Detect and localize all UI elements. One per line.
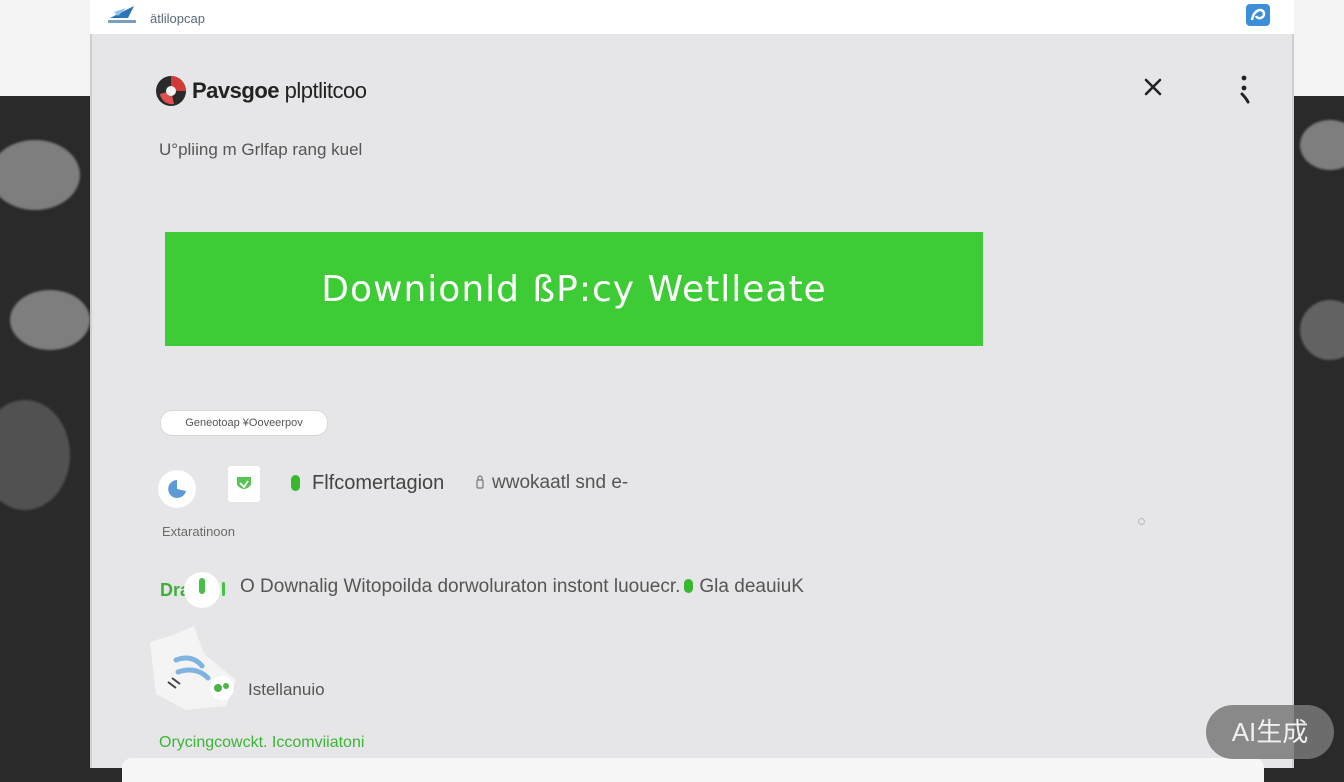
brand-title-bold: Pavsgoe bbox=[192, 78, 280, 103]
info-line: O Downalig Witopoilda dorwoluraton insto… bbox=[240, 576, 804, 598]
app-name: ätlilopcap bbox=[150, 11, 205, 26]
feature-item-b: wwokaatl snd e- bbox=[492, 472, 629, 493]
shield-check-icon bbox=[228, 466, 260, 502]
more-vertical-icon[interactable] bbox=[1234, 72, 1254, 106]
footer-link[interactable]: Orycingcowckt. Iccomviiatoni bbox=[159, 734, 364, 752]
background-blob bbox=[0, 140, 80, 210]
lock-icon bbox=[476, 475, 484, 489]
plane-icon[interactable] bbox=[104, 2, 140, 28]
top-bar: ätlilopcap bbox=[90, 0, 1294, 36]
background-right-top bbox=[1292, 0, 1344, 96]
bottom-bar bbox=[122, 758, 1264, 782]
background-blob bbox=[10, 290, 90, 350]
dialog-panel: Pavsgoe plptlitcoo U°pliing m Grlfap ran… bbox=[90, 34, 1294, 782]
install-label: Istellanuio bbox=[248, 680, 325, 699]
shield-logo-icon[interactable] bbox=[1244, 2, 1272, 28]
pie-chart-icon bbox=[158, 470, 196, 508]
download-button[interactable]: Downionld ßP:cy Wetlleate bbox=[165, 232, 983, 346]
background-left-top bbox=[0, 0, 92, 96]
feature-caption: Extaratinoon bbox=[162, 524, 235, 539]
info-line-text: O Downalig Witopoilda dorwoluraton insto… bbox=[240, 576, 681, 597]
brand-title-rest: plptlitcoo bbox=[279, 78, 367, 103]
info-line-dot bbox=[684, 579, 694, 593]
ai-generated-watermark: AI生成 bbox=[1206, 705, 1334, 759]
status-indicator bbox=[291, 475, 300, 491]
background-blob bbox=[1300, 300, 1344, 360]
subtitle: U°pliing m Grlfap rang kuel bbox=[159, 140, 363, 159]
feature-item-a: Flfcomertagion bbox=[312, 472, 445, 494]
background-blob bbox=[0, 400, 70, 510]
download-badge-icon: Dra bbox=[160, 572, 225, 608]
install-illustration bbox=[150, 626, 236, 710]
background-blob bbox=[1300, 120, 1344, 170]
decorative-dot bbox=[1138, 518, 1145, 525]
brand-title: Pavsgoe plptlitcoo bbox=[192, 78, 367, 104]
close-icon[interactable] bbox=[1138, 72, 1168, 102]
globe-logo-icon bbox=[156, 76, 186, 106]
info-pill[interactable]: Geneotoap ¥Ooveerpov bbox=[160, 410, 328, 436]
info-line-suffix: Gla deauiuK bbox=[699, 576, 804, 597]
